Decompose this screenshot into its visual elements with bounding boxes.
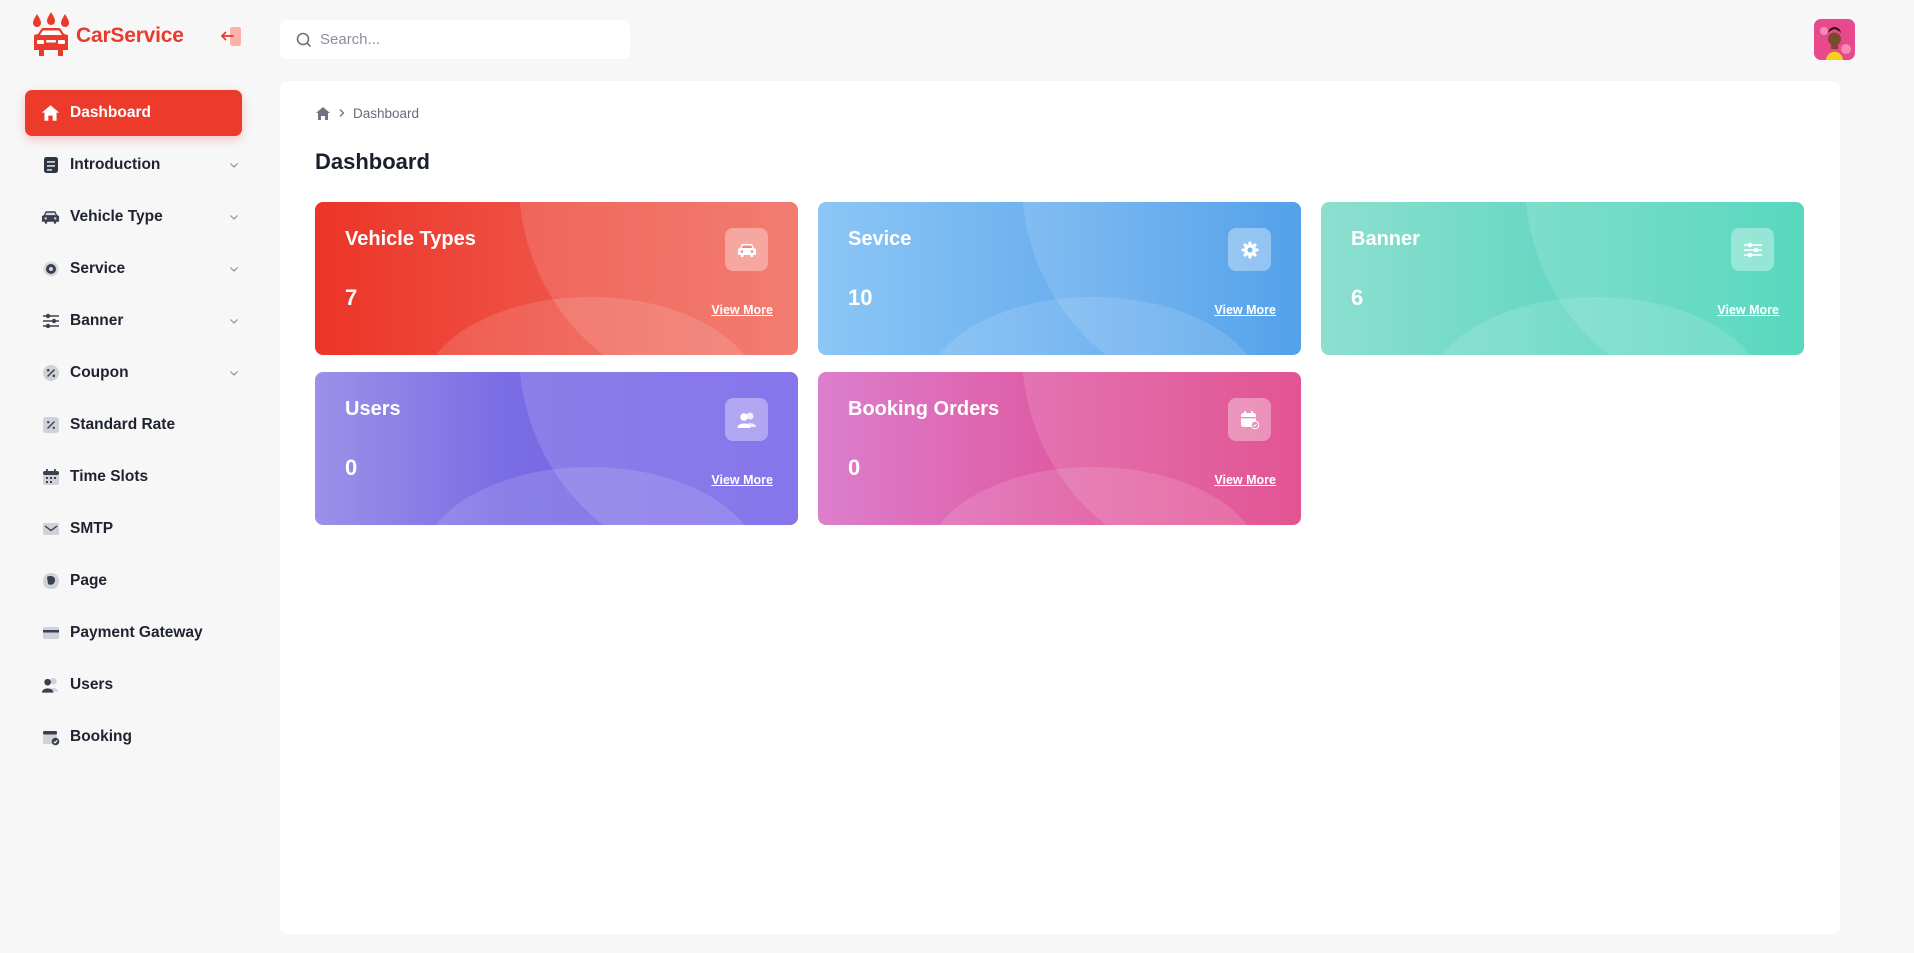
sidebar-item-label: Banner [70, 312, 124, 329]
sidebar-item-users[interactable]: Users [25, 662, 242, 708]
stat-card-title: Vehicle Types [345, 228, 476, 250]
breadcrumb: Dashboard [315, 106, 419, 121]
stat-card-users: Users 0 View More [315, 372, 798, 525]
search-input[interactable] [320, 31, 600, 48]
sidebar-item-vehicle-type[interactable]: Vehicle Type [25, 194, 242, 240]
stat-card-booking-orders: Booking Orders 0 View More [818, 372, 1301, 525]
sidebar-item-label: Introduction [70, 156, 161, 173]
chevron-down-icon [230, 163, 238, 168]
stat-card-title: Users [345, 398, 401, 420]
mail-icon [41, 520, 60, 539]
stat-card-vehicle-types: Vehicle Types 7 View More [315, 202, 798, 355]
chevron-down-icon [230, 319, 238, 324]
coupon-icon [41, 364, 60, 383]
sidebar-item-page[interactable]: Page [25, 558, 242, 604]
users-icon [725, 398, 768, 441]
sidebar-item-label: Payment Gateway [70, 624, 203, 641]
sidebar-item-dashboard[interactable]: Dashboard [25, 90, 242, 136]
sidebar-item-coupon[interactable]: Coupon [25, 350, 242, 396]
sliders-icon [41, 312, 60, 331]
stat-card-title: Booking Orders [848, 398, 1000, 420]
stat-card-value: 0 [848, 455, 861, 480]
search-icon [296, 32, 311, 47]
view-more-link[interactable]: View More [1717, 303, 1779, 317]
main-panel: Dashboard Dashboard Vehicle Types 7 View… [280, 81, 1840, 934]
user-avatar[interactable] [1814, 19, 1855, 60]
sidebar-item-label: Dashboard [70, 104, 151, 121]
sidebar-collapse-button[interactable] [220, 26, 244, 48]
booking-icon [41, 728, 60, 747]
sidebar-item-label: Time Slots [70, 468, 149, 485]
collapse-sidebar-icon [221, 27, 241, 46]
stat-card-value: 6 [1351, 285, 1364, 310]
sidebar-item-time-slots[interactable]: Time Slots [25, 454, 242, 500]
page-title: Dashboard [315, 149, 430, 174]
calendar-icon [41, 468, 60, 487]
sidebar-item-banner[interactable]: Banner [25, 298, 242, 344]
search-bar [280, 20, 630, 59]
sidebar-item-label: Users [70, 676, 114, 693]
sidebar-item-label: Page [70, 572, 108, 589]
percent-icon [41, 416, 60, 435]
sidebar-nav: Dashboard Introduction Vehicle Type Serv… [25, 90, 242, 766]
sidebar-item-label: Booking [70, 728, 132, 745]
sidebar-item-label: SMTP [70, 520, 114, 537]
sidebar-item-standard-rate[interactable]: Standard Rate [25, 402, 242, 448]
stat-card-title: Banner [1351, 228, 1420, 250]
home-icon [41, 104, 60, 123]
sliders-icon [1731, 228, 1774, 271]
view-more-link[interactable]: View More [1214, 303, 1276, 317]
sidebar-item-smtp[interactable]: SMTP [25, 506, 242, 552]
sidebar: CarService Dashboard Introduction Vehicl… [0, 0, 268, 953]
view-more-link[interactable]: View More [711, 303, 773, 317]
sidebar-item-label: Vehicle Type [70, 208, 163, 225]
chevron-down-icon [230, 267, 238, 272]
car-logo-icon [33, 12, 69, 56]
sidebar-item-introduction[interactable]: Introduction [25, 142, 242, 188]
chevron-down-icon [230, 215, 238, 220]
avatar-image [1814, 19, 1855, 60]
document-icon [41, 156, 60, 175]
sidebar-item-payment-gateway[interactable]: Payment Gateway [25, 610, 242, 656]
sidebar-item-label: Standard Rate [70, 416, 176, 433]
stat-card-banner: Banner 6 View More [1321, 202, 1804, 355]
breadcrumb-current: Dashboard [353, 106, 420, 121]
gear-icon [41, 260, 60, 279]
brand-name: CarService [76, 24, 184, 47]
sidebar-item-booking[interactable]: Booking [25, 714, 242, 760]
sidebar-item-label: Coupon [70, 364, 129, 381]
chevron-down-icon [230, 371, 238, 376]
car-icon [725, 228, 768, 271]
car-icon [41, 208, 60, 227]
home-icon[interactable] [315, 106, 331, 121]
users-icon [41, 676, 60, 695]
view-more-link[interactable]: View More [711, 473, 773, 487]
gear-icon [1228, 228, 1271, 271]
stat-card-service: Sevice 10 View More [818, 202, 1301, 355]
stat-card-value: 10 [848, 285, 873, 310]
stat-card-value: 7 [345, 285, 358, 310]
brand-logo[interactable]: CarService [29, 12, 184, 60]
view-more-link[interactable]: View More [1214, 473, 1276, 487]
sidebar-item-label: Service [70, 260, 126, 277]
chevron-right-icon [338, 106, 346, 121]
page-icon [41, 572, 60, 591]
sidebar-item-service[interactable]: Service [25, 246, 242, 292]
stat-card-title: Sevice [848, 228, 912, 250]
booking-icon [1228, 398, 1271, 441]
stat-card-value: 0 [345, 455, 358, 480]
credit-card-icon [41, 624, 60, 643]
